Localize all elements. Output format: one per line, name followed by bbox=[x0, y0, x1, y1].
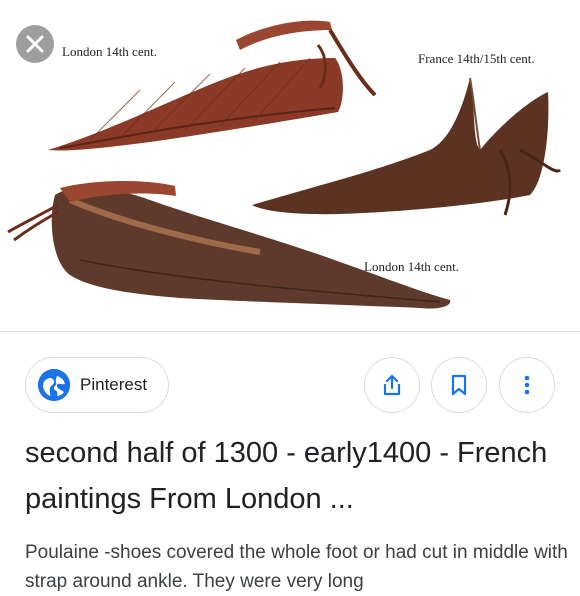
source-chip[interactable]: Pinterest bbox=[25, 357, 169, 413]
result-title[interactable]: second half of 1300 - early1400 - French… bbox=[25, 430, 565, 522]
close-button[interactable] bbox=[16, 25, 54, 63]
close-icon bbox=[26, 35, 44, 53]
bookmark-icon bbox=[451, 374, 467, 396]
more-options-button[interactable] bbox=[499, 357, 555, 413]
caption-bottom: London 14th cent. bbox=[364, 259, 459, 274]
result-description: Poulaine -shoes covered the whole foot o… bbox=[25, 542, 568, 592]
caption-top-left: London 14th cent. bbox=[62, 44, 157, 59]
source-name: Pinterest bbox=[80, 375, 148, 394]
action-row: Pinterest bbox=[0, 357, 580, 415]
caption-top-right: France 14th/15th cent. bbox=[418, 51, 535, 66]
share-icon bbox=[383, 374, 401, 396]
save-button[interactable] bbox=[431, 357, 487, 413]
shoe-london-top bbox=[48, 20, 377, 151]
share-button[interactable] bbox=[364, 357, 420, 413]
image-preview[interactable]: London 14th cent. France 14th/15th cent.… bbox=[0, 0, 580, 332]
globe-icon bbox=[38, 369, 70, 401]
more-vert-icon bbox=[524, 375, 530, 395]
